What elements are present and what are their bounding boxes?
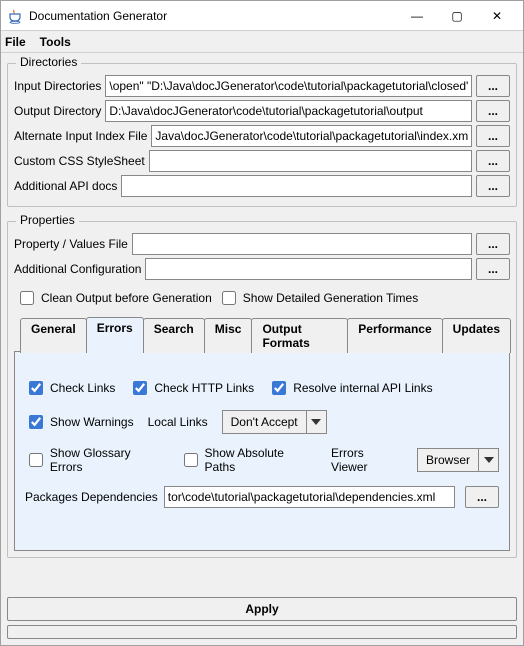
show-warnings-label: Show Warnings [50,415,134,429]
api-field[interactable] [121,175,472,197]
properties-legend: Properties [16,213,79,227]
css-label: Custom CSS StyleSheet [14,154,145,168]
output-dir-browse-button[interactable]: ... [476,100,510,122]
tab-updates[interactable]: Updates [442,318,511,353]
propfile-browse-button[interactable]: ... [476,233,510,255]
packages-dependencies-field[interactable] [164,486,455,508]
show-times-checkbox[interactable]: Show Detailed Generation Times [218,288,418,308]
tab-misc[interactable]: Misc [204,318,253,353]
alt-index-browse-button[interactable]: ... [476,125,510,147]
propfile-field[interactable] [132,233,472,255]
errors-viewer-value: Browser [418,453,478,467]
check-links-checkbox[interactable]: Check Links [25,378,115,398]
apply-button[interactable]: Apply [7,597,517,621]
alt-index-field[interactable] [151,125,472,147]
tab-output-formats[interactable]: Output Formats [251,318,348,353]
chevron-down-icon [306,411,326,433]
titlebar: Documentation Generator — ▢ ✕ [1,1,523,31]
packages-dependencies-label: Packages Dependencies [25,490,158,504]
tabbar: General Errors Search Misc Output Format… [14,316,510,351]
errors-viewer-label: Errors Viewer [331,446,403,474]
window-title: Documentation Generator [29,9,397,23]
errors-viewer-select[interactable]: Browser [417,448,499,472]
menu-file[interactable]: File [5,35,26,49]
menubar: File Tools [1,31,523,53]
addconf-field[interactable] [145,258,472,280]
packages-dependencies-browse-button[interactable]: ... [465,486,499,508]
show-warnings-checkbox[interactable]: Show Warnings [25,412,134,432]
maximize-button[interactable]: ▢ [437,2,477,30]
check-links-label: Check Links [50,381,115,395]
input-dirs-browse-button[interactable]: ... [476,75,510,97]
output-dir-label: Output Directory [14,104,101,118]
css-browse-button[interactable]: ... [476,150,510,172]
clean-output-checkbox[interactable]: Clean Output before Generation [16,288,212,308]
clean-output-label: Clean Output before Generation [41,291,212,305]
show-absolute-paths-checkbox[interactable]: Show Absolute Paths [180,446,317,474]
check-http-links-checkbox[interactable]: Check HTTP Links [129,378,254,398]
tab-general[interactable]: General [20,318,87,353]
api-label: Additional API docs [14,179,117,193]
input-dirs-field[interactable] [105,75,472,97]
local-links-select[interactable]: Don't Accept [222,410,327,434]
output-dir-field[interactable] [105,100,472,122]
directories-legend: Directories [16,55,81,69]
resolve-api-links-checkbox[interactable]: Resolve internal API Links [268,378,432,398]
local-links-label: Local Links [148,415,208,429]
input-dirs-label: Input Directories [14,79,101,93]
errors-tab-panel: Check Links Check HTTP Links Resolve int… [14,351,510,551]
properties-group: Properties Property / Values File ... Ad… [7,221,517,558]
minimize-button[interactable]: — [397,2,437,30]
show-absolute-paths-label: Show Absolute Paths [205,446,318,474]
menu-tools[interactable]: Tools [40,35,71,49]
status-bar [7,625,517,639]
show-glossary-errors-label: Show Glossary Errors [50,446,166,474]
local-links-value: Don't Accept [223,415,306,429]
api-browse-button[interactable]: ... [476,175,510,197]
footer: Apply [1,591,523,645]
propfile-label: Property / Values File [14,237,128,251]
java-cup-icon [7,8,23,24]
show-times-label: Show Detailed Generation Times [243,291,418,305]
show-glossary-errors-checkbox[interactable]: Show Glossary Errors [25,446,166,474]
tab-errors[interactable]: Errors [86,317,144,352]
tab-performance[interactable]: Performance [347,318,442,353]
addconf-label: Additional Configuration [14,262,141,276]
addconf-browse-button[interactable]: ... [476,258,510,280]
alt-index-label: Alternate Input Index File [14,129,147,143]
resolve-api-links-label: Resolve internal API Links [293,381,432,395]
close-button[interactable]: ✕ [477,2,517,30]
chevron-down-icon [478,449,498,471]
css-field[interactable] [149,150,472,172]
app-window: Documentation Generator — ▢ ✕ File Tools… [0,0,524,646]
directories-group: Directories Input Directories ... Output… [7,63,517,207]
tab-search[interactable]: Search [143,318,205,353]
check-http-links-label: Check HTTP Links [154,381,254,395]
